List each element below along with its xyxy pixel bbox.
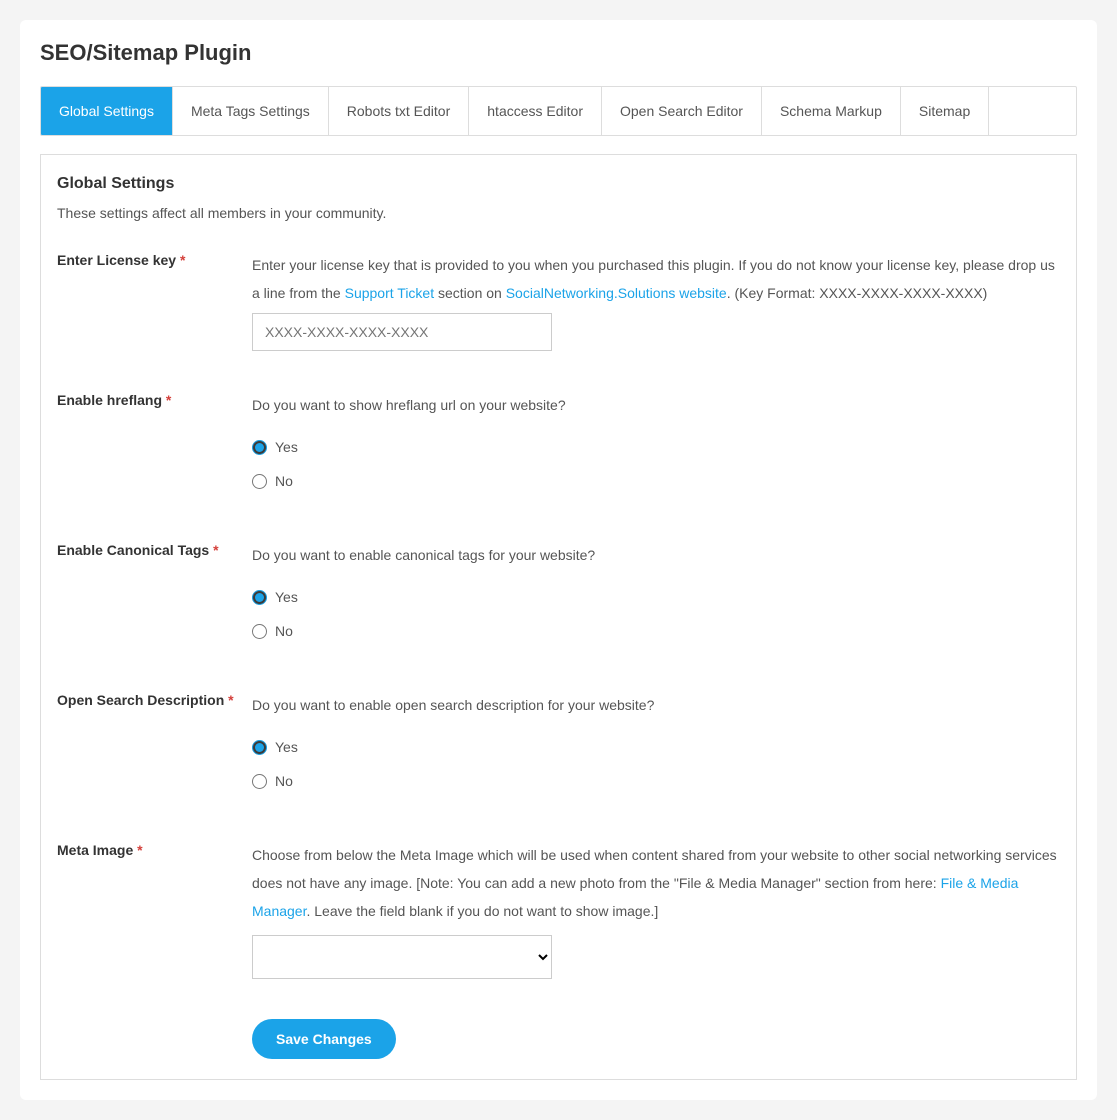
- hreflang-desc: Do you want to show hreflang url on your…: [252, 397, 566, 413]
- hreflang-radio-group: Yes No: [252, 433, 1060, 495]
- tab-meta-tags-settings[interactable]: Meta Tags Settings: [173, 87, 329, 135]
- submit-row: Save Changes: [57, 1019, 1060, 1059]
- required-marker: *: [166, 392, 171, 408]
- required-marker: *: [180, 252, 185, 268]
- metaimage-label: Meta Image *: [57, 841, 252, 979]
- canonical-label: Enable Canonical Tags *: [57, 541, 252, 651]
- hreflang-content: Do you want to show hreflang url on your…: [252, 391, 1060, 501]
- metaimage-content: Choose from below the Meta Image which w…: [252, 841, 1060, 979]
- metaimage-desc-1: Choose from below the Meta Image which w…: [252, 847, 1057, 891]
- submit-spacer: [57, 1019, 252, 1059]
- license-label: Enter License key *: [57, 251, 252, 351]
- required-marker: *: [228, 692, 233, 708]
- tab-open-search-editor[interactable]: Open Search Editor: [602, 87, 762, 135]
- opensearch-radio-group: Yes No: [252, 733, 1060, 795]
- canonical-radio-group: Yes No: [252, 583, 1060, 645]
- opensearch-yes-item: Yes: [252, 733, 1060, 761]
- required-marker: *: [213, 542, 218, 558]
- canonical-yes-radio[interactable]: [252, 590, 267, 605]
- save-changes-button[interactable]: Save Changes: [252, 1019, 396, 1059]
- panel-title: Global Settings: [57, 175, 1060, 193]
- canonical-no-label[interactable]: No: [275, 617, 293, 645]
- hreflang-no-radio[interactable]: [252, 474, 267, 489]
- tab-global-settings[interactable]: Global Settings: [41, 87, 173, 135]
- field-opensearch: Open Search Description * Do you want to…: [57, 691, 1060, 801]
- tab-htaccess-editor[interactable]: htaccess Editor: [469, 87, 602, 135]
- hreflang-yes-radio[interactable]: [252, 440, 267, 455]
- field-metaimage: Meta Image * Choose from below the Meta …: [57, 841, 1060, 979]
- hreflang-yes-item: Yes: [252, 433, 1060, 461]
- metaimage-desc-2: . Leave the field blank if you do not wa…: [306, 903, 658, 919]
- tabs-bar: Global Settings Meta Tags Settings Robot…: [40, 86, 1077, 136]
- license-content: Enter your license key that is provided …: [252, 251, 1060, 351]
- required-marker: *: [137, 842, 142, 858]
- hreflang-label-text: Enable hreflang: [57, 392, 162, 408]
- hreflang-no-item: No: [252, 467, 1060, 495]
- license-key-input[interactable]: [252, 313, 552, 351]
- settings-panel: Global Settings These settings affect al…: [40, 154, 1077, 1080]
- tab-sitemap[interactable]: Sitemap: [901, 87, 989, 135]
- tab-schema-markup[interactable]: Schema Markup: [762, 87, 901, 135]
- canonical-no-item: No: [252, 617, 1060, 645]
- field-hreflang: Enable hreflang * Do you want to show hr…: [57, 391, 1060, 501]
- opensearch-no-radio[interactable]: [252, 774, 267, 789]
- hreflang-no-label[interactable]: No: [275, 467, 293, 495]
- canonical-desc: Do you want to enable canonical tags for…: [252, 547, 595, 563]
- metaimage-label-text: Meta Image: [57, 842, 133, 858]
- field-canonical: Enable Canonical Tags * Do you want to e…: [57, 541, 1060, 651]
- license-desc-2: section on: [434, 285, 506, 301]
- canonical-content: Do you want to enable canonical tags for…: [252, 541, 1060, 651]
- opensearch-desc: Do you want to enable open search descri…: [252, 697, 654, 713]
- tab-robots-txt-editor[interactable]: Robots txt Editor: [329, 87, 470, 135]
- tab-empty: [989, 87, 1076, 135]
- canonical-yes-label[interactable]: Yes: [275, 583, 298, 611]
- main-container: SEO/Sitemap Plugin Global Settings Meta …: [20, 20, 1097, 1100]
- opensearch-content: Do you want to enable open search descri…: [252, 691, 1060, 801]
- page-title: SEO/Sitemap Plugin: [40, 40, 1077, 66]
- license-desc-3: . (Key Format: XXXX-XXXX-XXXX-XXXX): [727, 285, 988, 301]
- opensearch-label-text: Open Search Description: [57, 692, 224, 708]
- field-license-key: Enter License key * Enter your license k…: [57, 251, 1060, 351]
- hreflang-label: Enable hreflang *: [57, 391, 252, 501]
- license-label-text: Enter License key: [57, 252, 176, 268]
- metaimage-select[interactable]: [252, 935, 552, 979]
- social-networking-link[interactable]: SocialNetworking.Solutions website: [506, 285, 727, 301]
- opensearch-no-label[interactable]: No: [275, 767, 293, 795]
- support-ticket-link[interactable]: Support Ticket: [345, 285, 435, 301]
- opensearch-yes-radio[interactable]: [252, 740, 267, 755]
- panel-subtitle: These settings affect all members in you…: [57, 205, 1060, 221]
- opensearch-label: Open Search Description *: [57, 691, 252, 801]
- opensearch-no-item: No: [252, 767, 1060, 795]
- canonical-label-text: Enable Canonical Tags: [57, 542, 209, 558]
- hreflang-yes-label[interactable]: Yes: [275, 433, 298, 461]
- canonical-yes-item: Yes: [252, 583, 1060, 611]
- opensearch-yes-label[interactable]: Yes: [275, 733, 298, 761]
- canonical-no-radio[interactable]: [252, 624, 267, 639]
